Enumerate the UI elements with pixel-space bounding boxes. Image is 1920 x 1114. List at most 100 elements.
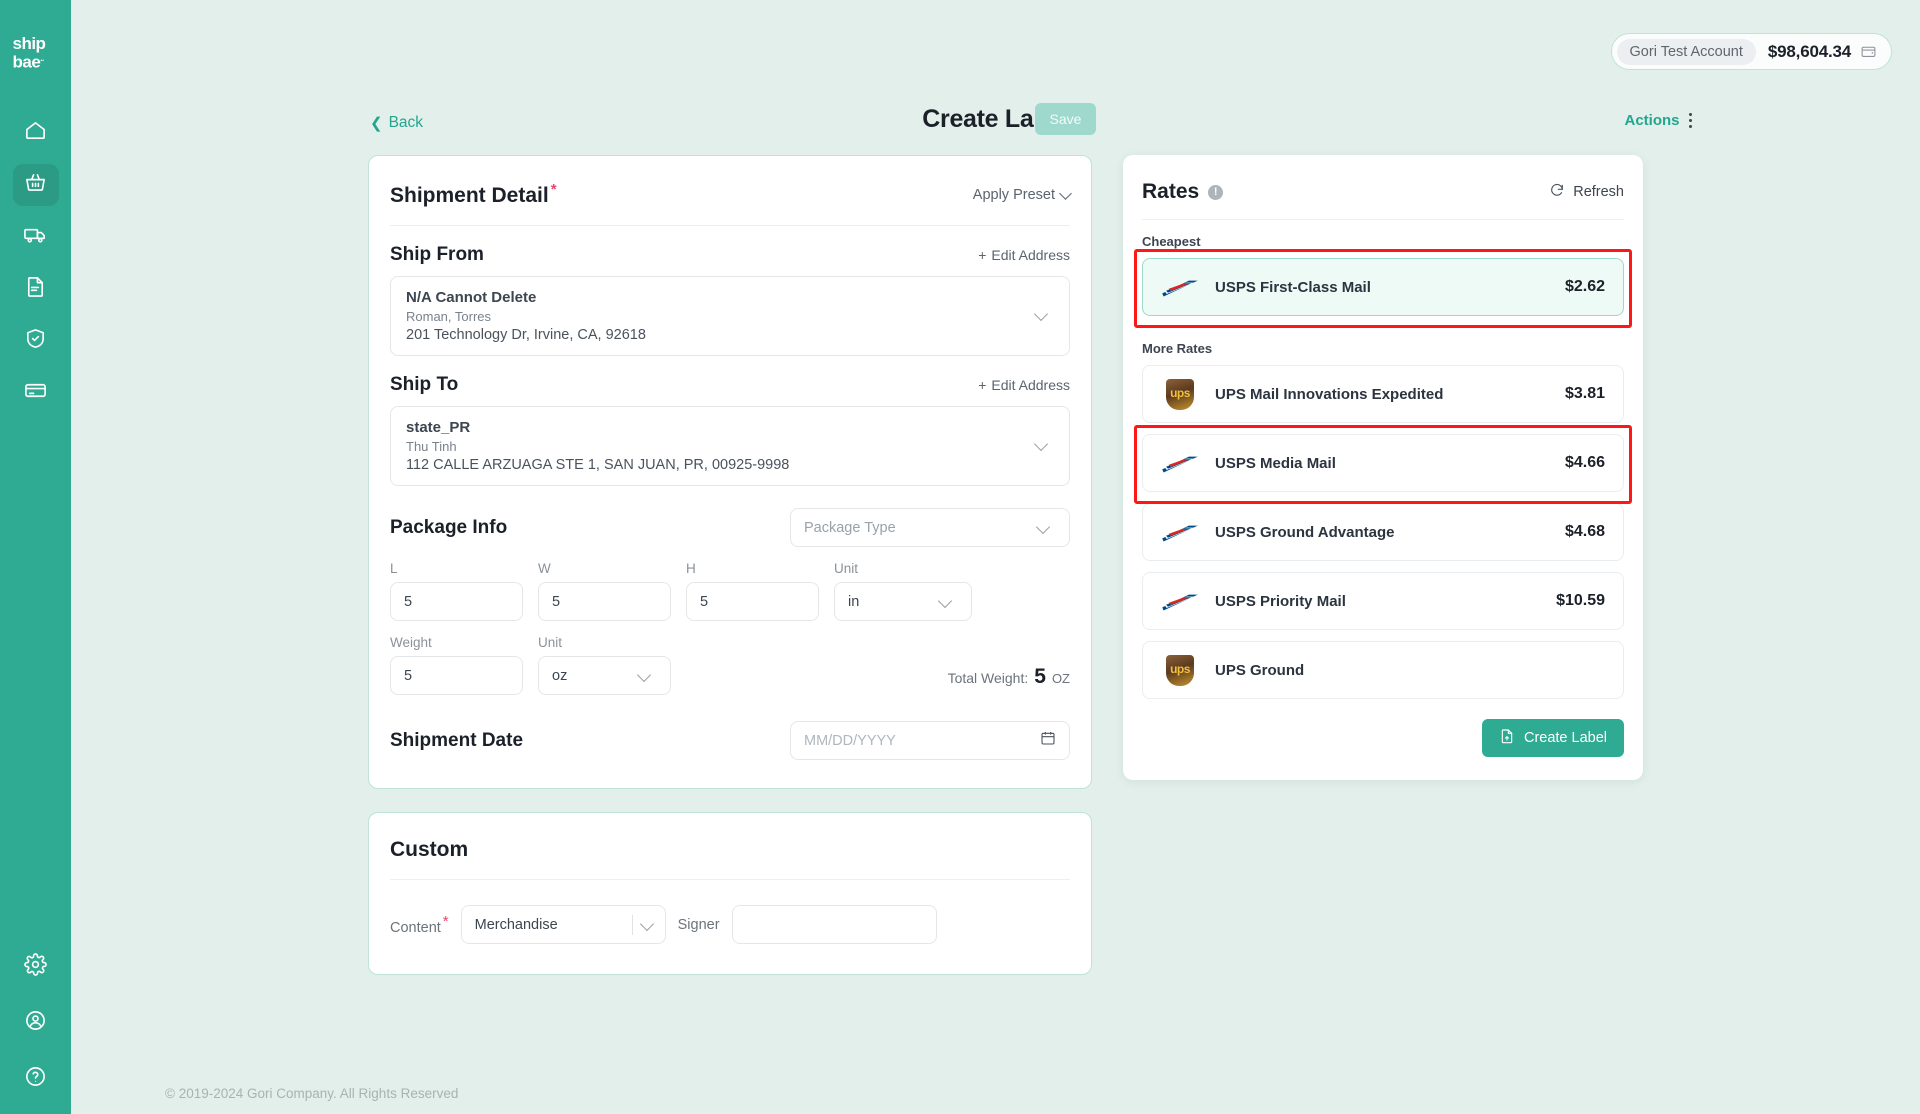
- rate-name: USPS Media Mail: [1215, 454, 1336, 472]
- sidebar-item-billing[interactable]: [13, 372, 59, 414]
- weight-unit-field: Unit oz: [538, 635, 671, 695]
- ship-from-name: N/A Cannot Delete: [406, 289, 537, 306]
- sidebar-item-home[interactable]: [13, 112, 59, 154]
- calendar-icon[interactable]: [1040, 730, 1056, 751]
- weight-input[interactable]: 5: [390, 656, 523, 695]
- edit-ship-to-address-button[interactable]: + Edit Address: [978, 377, 1070, 393]
- shipment-detail-title: Shipment Detail *: [390, 181, 557, 208]
- sidebar-item-documents[interactable]: [13, 268, 59, 310]
- weight-row: Weight 5 Unit oz Total Weight: 5 OZ: [390, 621, 1070, 695]
- chevron-down-icon[interactable]: [1033, 306, 1049, 322]
- usps-logo-icon: [1161, 519, 1199, 545]
- shipment-date-input[interactable]: MM/DD/YYYY: [790, 721, 1070, 760]
- dimensions-row: L 5 W 5 H 5 Unit in: [390, 555, 1070, 621]
- edit-ship-from-label: Edit Address: [991, 247, 1070, 263]
- more-rate-slot-2: USPS Ground Advantage $4.68: [1142, 503, 1624, 561]
- chevron-down-icon[interactable]: [1033, 436, 1049, 452]
- rate-name: UPS Mail Innovations Expedited: [1215, 385, 1444, 403]
- usps-logo-icon: [1161, 274, 1199, 300]
- content-value: Merchandise: [474, 916, 558, 933]
- document-icon: [24, 275, 47, 303]
- height-field: H 5: [686, 561, 819, 621]
- sidebar-item-profile[interactable]: [13, 1002, 59, 1044]
- length-input[interactable]: 5: [390, 582, 523, 621]
- apply-preset-label: Apply Preset: [972, 186, 1055, 203]
- ship-to-address: 112 CALLE ARZUAGA STE 1, SAN JUAN, PR, 0…: [406, 457, 790, 473]
- width-field: W 5: [538, 561, 671, 621]
- content-select[interactable]: Merchandise: [460, 905, 666, 944]
- save-button[interactable]: Save: [1035, 103, 1096, 135]
- info-icon[interactable]: !: [1208, 184, 1224, 200]
- sidebar-item-settings[interactable]: [13, 946, 59, 988]
- package-type-placeholder: Package Type: [804, 519, 896, 536]
- ship-to-address-content: state_PR Thu Tinh 112 CALLE ARZUAGA STE …: [406, 419, 789, 473]
- dimension-unit-field: Unit in: [834, 561, 972, 621]
- footer-copyright: © 2019-2024 Gori Company. All Rights Res…: [165, 1086, 459, 1101]
- ship-from-address-content: N/A Cannot Delete Roman, Torres 201 Tech…: [406, 289, 646, 343]
- wallet-icon[interactable]: [1860, 43, 1877, 60]
- shipment-date-row: Shipment Date MM/DD/YYYY: [390, 695, 1070, 788]
- create-label-button-text: Create Label: [1523, 730, 1607, 746]
- app-logo[interactable]: ship bae..: [13, 35, 59, 71]
- usps-logo-icon: [1161, 588, 1199, 614]
- total-weight: Total Weight: 5 OZ: [948, 665, 1070, 695]
- rate-row-usps-media-mail[interactable]: USPS Media Mail $4.66: [1142, 434, 1624, 492]
- select-divider: [631, 914, 633, 935]
- user-circle-icon: [24, 1009, 47, 1037]
- account-balance-pill[interactable]: Gori Test Account $98,604.34: [1610, 33, 1892, 70]
- custom-header: Custom: [390, 813, 1070, 880]
- signer-input[interactable]: [731, 905, 937, 944]
- edit-ship-to-label: Edit Address: [991, 377, 1070, 393]
- ship-to-address-box[interactable]: state_PR Thu Tinh 112 CALLE ARZUAGA STE …: [390, 406, 1070, 486]
- sidebar-item-insurance[interactable]: [13, 320, 59, 362]
- weight-unit-select[interactable]: oz: [538, 656, 671, 695]
- rate-row-ups-mail-innovations-expedited[interactable]: ups UPS Mail Innovations Expedited $3.81: [1142, 365, 1624, 423]
- width-input[interactable]: 5: [538, 582, 671, 621]
- apply-preset-button[interactable]: Apply Preset: [972, 186, 1072, 203]
- rate-row-usps-first-class-mail[interactable]: USPS First-Class Mail $2.62: [1142, 258, 1624, 316]
- custom-card: Custom Content * Merchandise Signer: [368, 812, 1092, 975]
- more-rate-slot-1: USPS Media Mail $4.66: [1134, 425, 1632, 504]
- edit-ship-from-address-button[interactable]: + Edit Address: [978, 247, 1070, 263]
- total-weight-label: Total Weight:: [947, 670, 1029, 686]
- create-label-row: Create Label: [1142, 710, 1624, 780]
- rate-name: USPS Priority Mail: [1215, 592, 1346, 610]
- rates-panel: Rates ! Refresh Cheapest USPS First-Clas…: [1123, 155, 1643, 780]
- package-type-select[interactable]: Package Type: [790, 508, 1070, 547]
- create-label-button[interactable]: Create Label: [1481, 719, 1624, 757]
- shipment-detail-header: Shipment Detail * Apply Preset: [390, 156, 1072, 226]
- form-column: Shipment Detail * Apply Preset Ship From …: [368, 155, 1092, 975]
- length-label: L: [390, 561, 398, 576]
- sidebar-item-orders[interactable]: [12, 163, 59, 206]
- height-input[interactable]: 5: [686, 582, 819, 621]
- shield-check-icon: [24, 327, 47, 355]
- kebab-menu-icon[interactable]: [1688, 112, 1692, 129]
- rate-row-usps-ground-advantage[interactable]: USPS Ground Advantage $4.68: [1142, 503, 1624, 561]
- card-icon: [24, 379, 47, 407]
- dimension-unit-select[interactable]: in: [834, 582, 972, 621]
- actions-menu[interactable]: Actions: [1624, 112, 1692, 129]
- custom-title: Custom: [390, 838, 469, 861]
- chevron-down-icon: [1059, 186, 1072, 200]
- rate-price: $10.59: [1556, 592, 1605, 609]
- chevron-down-icon: [937, 593, 953, 608]
- total-weight-value: 5: [1034, 665, 1046, 688]
- package-info-header: Package Info Package Type: [390, 486, 1070, 555]
- rate-price: $2.62: [1564, 278, 1605, 295]
- rate-row-ups-ground[interactable]: ups UPS Ground: [1142, 641, 1624, 699]
- shipment-detail-card: Shipment Detail * Apply Preset Ship From …: [368, 155, 1092, 789]
- ship-from-person: Roman, Torres: [406, 309, 492, 324]
- ship-from-address: 201 Technology Dr, Irvine, CA, 92618: [406, 327, 646, 343]
- ship-from-address-box[interactable]: N/A Cannot Delete Roman, Torres 201 Tech…: [390, 276, 1070, 356]
- rates-title-wrap: Rates !: [1142, 180, 1224, 204]
- refresh-label: Refresh: [1573, 184, 1624, 200]
- refresh-icon: [1549, 182, 1565, 203]
- sidebar-item-shipments[interactable]: [13, 216, 59, 258]
- sidebar-item-help[interactable]: [13, 1058, 59, 1100]
- rate-row-usps-priority-mail[interactable]: USPS Priority Mail $10.59: [1142, 572, 1624, 630]
- refresh-rates-button[interactable]: Refresh: [1549, 182, 1624, 203]
- chevron-down-icon: [1035, 519, 1051, 534]
- weight-field: Weight 5: [390, 635, 523, 695]
- shipment-detail-title-text: Shipment Detail: [390, 184, 549, 207]
- chevron-down-icon: [636, 667, 652, 682]
